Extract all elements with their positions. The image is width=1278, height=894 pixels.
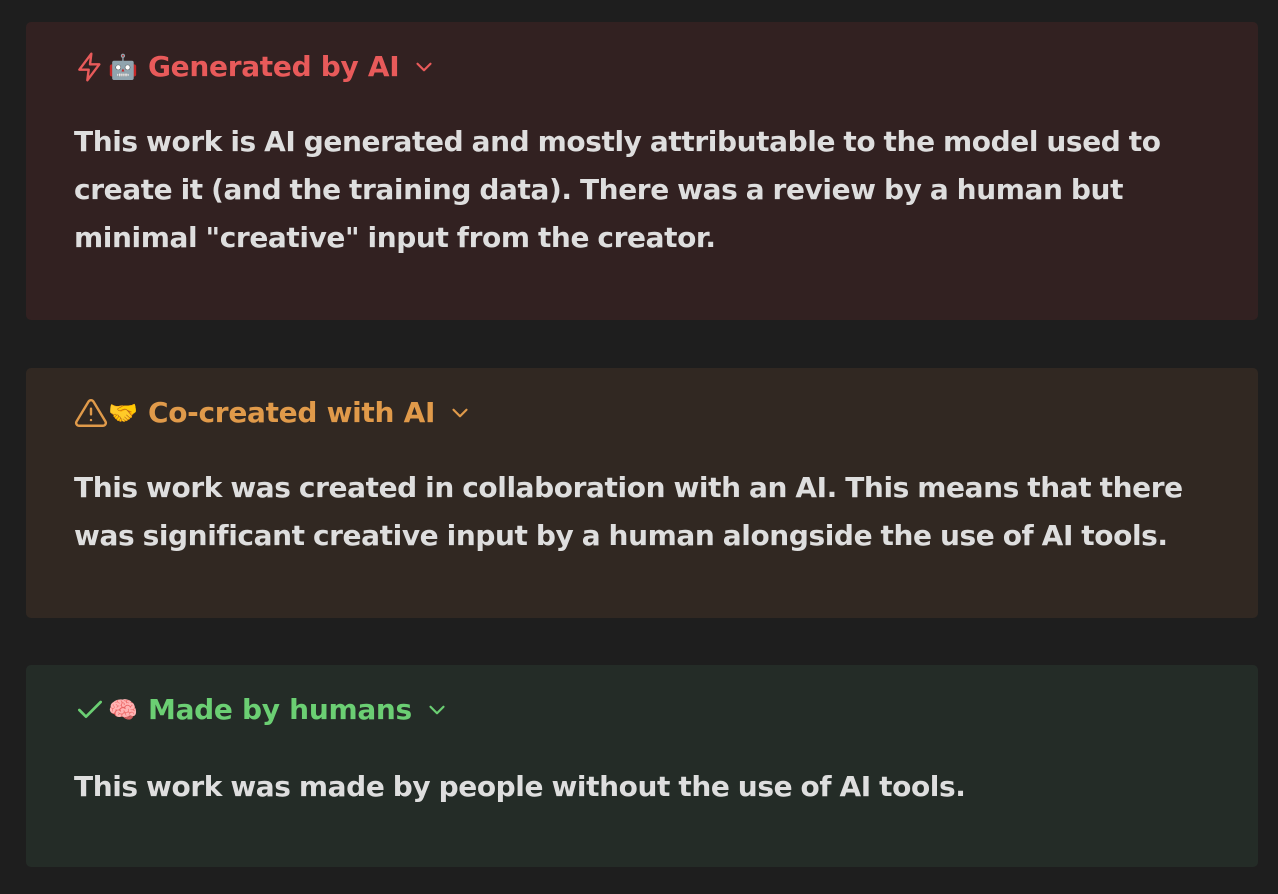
callout-header[interactable]: 🤖 Generated by AI: [74, 49, 439, 85]
callout-header[interactable]: 🤝 Co-created with AI: [74, 395, 475, 431]
chevron-down-icon[interactable]: [424, 696, 452, 724]
callout-title: Co-created with AI: [148, 396, 436, 429]
callout-co-created-with-ai: 🤝 Co-created with AI This work was creat…: [26, 368, 1258, 618]
callout-header[interactable]: 🧠 Made by humans: [74, 692, 452, 728]
callout-body: This work was created in collaboration w…: [74, 471, 1183, 552]
warning-icon: [74, 396, 108, 430]
check-icon: [74, 693, 108, 727]
handshake-emoji: 🤝: [108, 399, 138, 427]
callout-title: Made by humans: [148, 693, 412, 726]
callout-body: This work was made by people without the…: [74, 770, 966, 803]
callout-title: Generated by AI: [148, 50, 400, 83]
chevron-down-icon[interactable]: [411, 53, 439, 81]
callout-generated-by-ai: 🤖 Generated by AI This work is AI genera…: [26, 22, 1258, 320]
callout-made-by-humans: 🧠 Made by humans This work was made by p…: [26, 665, 1258, 867]
callout-body: This work is AI generated and mostly att…: [74, 125, 1161, 254]
lightning-icon: [74, 50, 108, 84]
chevron-down-icon[interactable]: [447, 399, 475, 427]
brain-emoji: 🧠: [108, 696, 138, 724]
robot-emoji: 🤖: [108, 53, 138, 81]
